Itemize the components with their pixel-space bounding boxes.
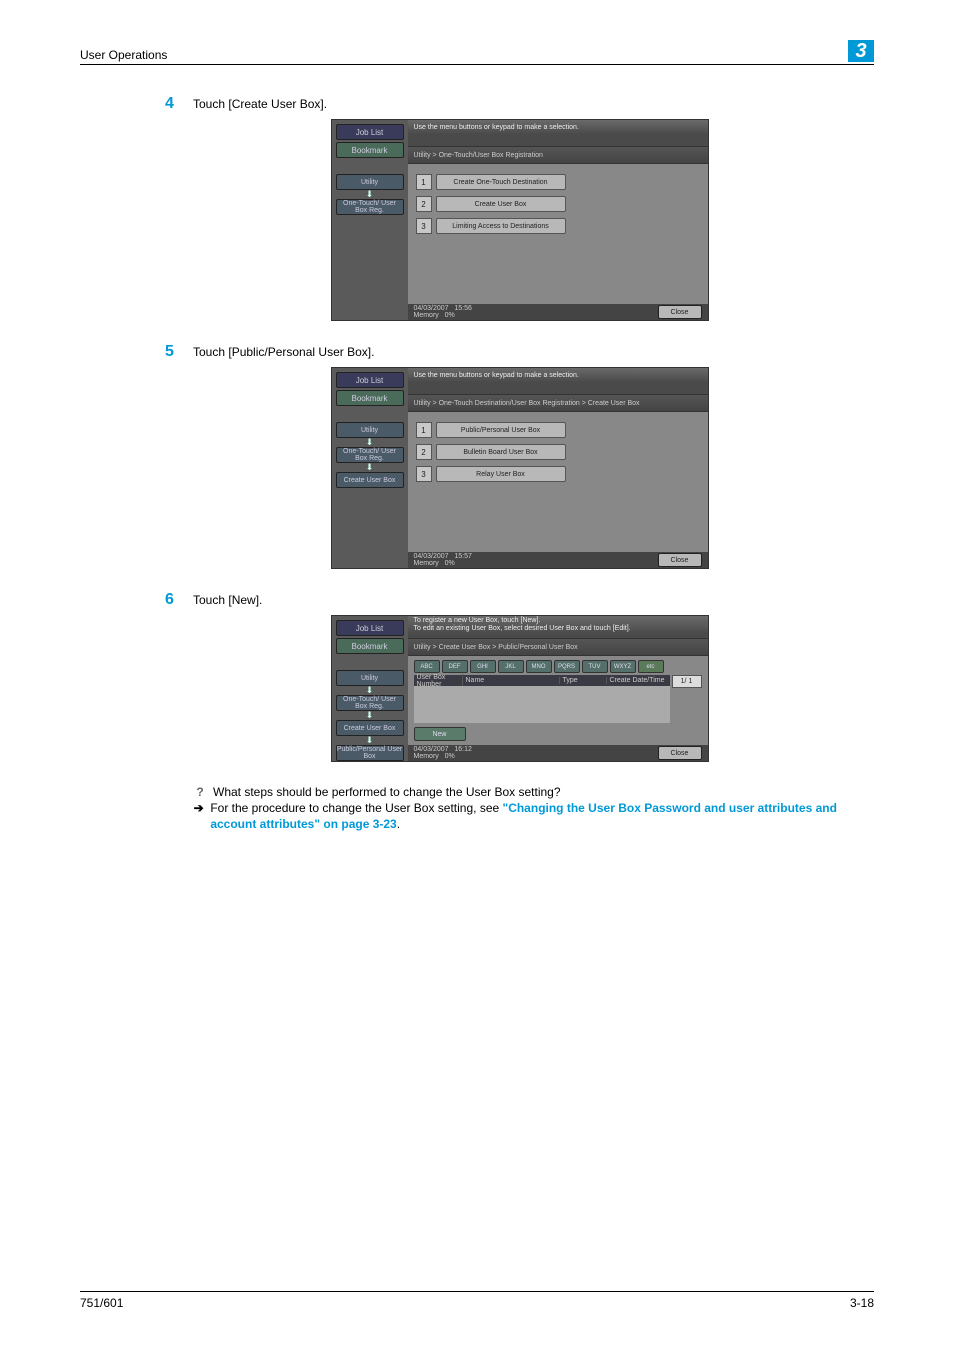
step-text: Touch [Public/Personal User Box]. [193,345,374,359]
job-list-tab[interactable]: Job List [336,620,404,636]
sidebar-item-public-personal[interactable]: Public/Personal User Box [336,745,404,761]
question-icon: ? [193,784,207,800]
user-box-list-area [414,686,670,723]
sidebar-item-one-touch[interactable]: One-Touch/ User Box Reg. [336,695,404,711]
qa-answer: For the procedure to change the User Box… [210,800,874,832]
close-button[interactable]: Close [658,746,702,760]
status-time: 15:56 [454,305,472,312]
page-header-title: User Operations [80,48,167,62]
status-memory-value: 0% [445,312,455,319]
breadcrumb-path: Utility > Create User Box > Public/Perso… [408,638,708,656]
screenshot-1: Job List Bookmark Utility ⬇ One-Touch/ U… [331,119,709,321]
sidebar-item-utility[interactable]: Utility [336,422,404,438]
instruction-bar: Use the menu buttons or keypad to make a… [408,120,708,134]
status-time: 15:57 [454,553,472,560]
instruction-bar: Use the menu buttons or keypad to make a… [408,368,708,382]
menu-create-one-touch[interactable]: Create One-Touch Destination [436,174,566,190]
new-button[interactable]: New [414,727,466,741]
sidebar-item-create-user-box[interactable]: Create User Box [336,472,404,488]
sidebar-item-create-user-box[interactable]: Create User Box [336,720,404,736]
bookmark-tab[interactable]: Bookmark [336,142,404,158]
close-button[interactable]: Close [658,553,702,567]
screenshot-2: Job List Bookmark Utility ⬇ One-Touch/ U… [331,367,709,569]
sidebar-item-utility[interactable]: Utility [336,174,404,190]
step-number: 4 [165,95,193,113]
menu-index: 2 [416,444,432,460]
status-memory-value: 0% [445,560,455,567]
status-date: 04/03/2007 [414,746,449,753]
status-date: 04/03/2007 [414,305,449,312]
close-button[interactable]: Close [658,305,702,319]
menu-public-personal-box[interactable]: Public/Personal User Box [436,422,566,438]
chapter-number-badge: 3 [848,40,874,62]
filter-wxyz[interactable]: WXYZ [610,660,636,673]
filter-def[interactable]: DEF [442,660,468,673]
page-count: 1/ 1 [672,675,702,688]
job-list-tab[interactable]: Job List [336,372,404,388]
menu-limiting-access[interactable]: Limiting Access to Destinations [436,218,566,234]
job-list-tab[interactable]: Job List [336,124,404,140]
bookmark-tab[interactable]: Bookmark [336,390,404,406]
footer-model: 751/601 [80,1296,123,1310]
filter-tuv[interactable]: TUV [582,660,608,673]
breadcrumb-path: Utility > One-Touch/User Box Registratio… [408,146,708,164]
filter-abc[interactable]: ABC [414,660,440,673]
status-date: 04/03/2007 [414,553,449,560]
status-memory-value: 0% [445,753,455,760]
filter-jkl[interactable]: JKL [498,660,524,673]
step-text: Touch [New]. [193,593,262,607]
sidebar-item-utility[interactable]: Utility [336,670,404,686]
menu-create-user-box[interactable]: Create User Box [436,196,566,212]
filter-mno[interactable]: MNO [526,660,552,673]
filter-pqrs[interactable]: PQRS [554,660,580,673]
step-text: Touch [Create User Box]. [193,97,327,111]
menu-relay-user-box[interactable]: Relay User Box [436,466,566,482]
sidebar-item-one-touch[interactable]: One-Touch/ User Box Reg. [336,199,404,215]
menu-bulletin-board-box[interactable]: Bulletin Board User Box [436,444,566,460]
bookmark-tab[interactable]: Bookmark [336,638,404,654]
instruction-line1: To register a new User Box, touch [New]. [414,617,541,625]
step-number: 5 [165,343,193,361]
footer-page: 3-18 [850,1296,874,1310]
col-create-date-time: Create Date/Time [607,677,670,684]
sidebar-item-one-touch[interactable]: One-Touch/ User Box Reg. [336,447,404,463]
col-type: Type [560,677,607,684]
arrow-right-icon: ➔ [193,800,204,816]
menu-index: 1 [416,422,432,438]
col-name: Name [463,677,560,684]
filter-etc[interactable]: etc [638,660,664,673]
step-number: 6 [165,591,193,609]
filter-ghi[interactable]: GHI [470,660,496,673]
menu-index: 3 [416,466,432,482]
status-memory-label: Memory [414,753,439,760]
status-memory-label: Memory [414,312,439,319]
breadcrumb-path: Utility > One-Touch Destination/User Box… [408,394,708,412]
menu-index: 1 [416,174,432,190]
qa-question: What steps should be performed to change… [213,784,561,800]
status-time: 16:12 [454,746,472,753]
screenshot-3: Job List Bookmark Utility ⬇ One-Touch/ U… [331,615,709,762]
menu-index: 3 [416,218,432,234]
instruction-line2: To edit an existing User Box, select des… [414,625,631,633]
menu-index: 2 [416,196,432,212]
status-memory-label: Memory [414,560,439,567]
